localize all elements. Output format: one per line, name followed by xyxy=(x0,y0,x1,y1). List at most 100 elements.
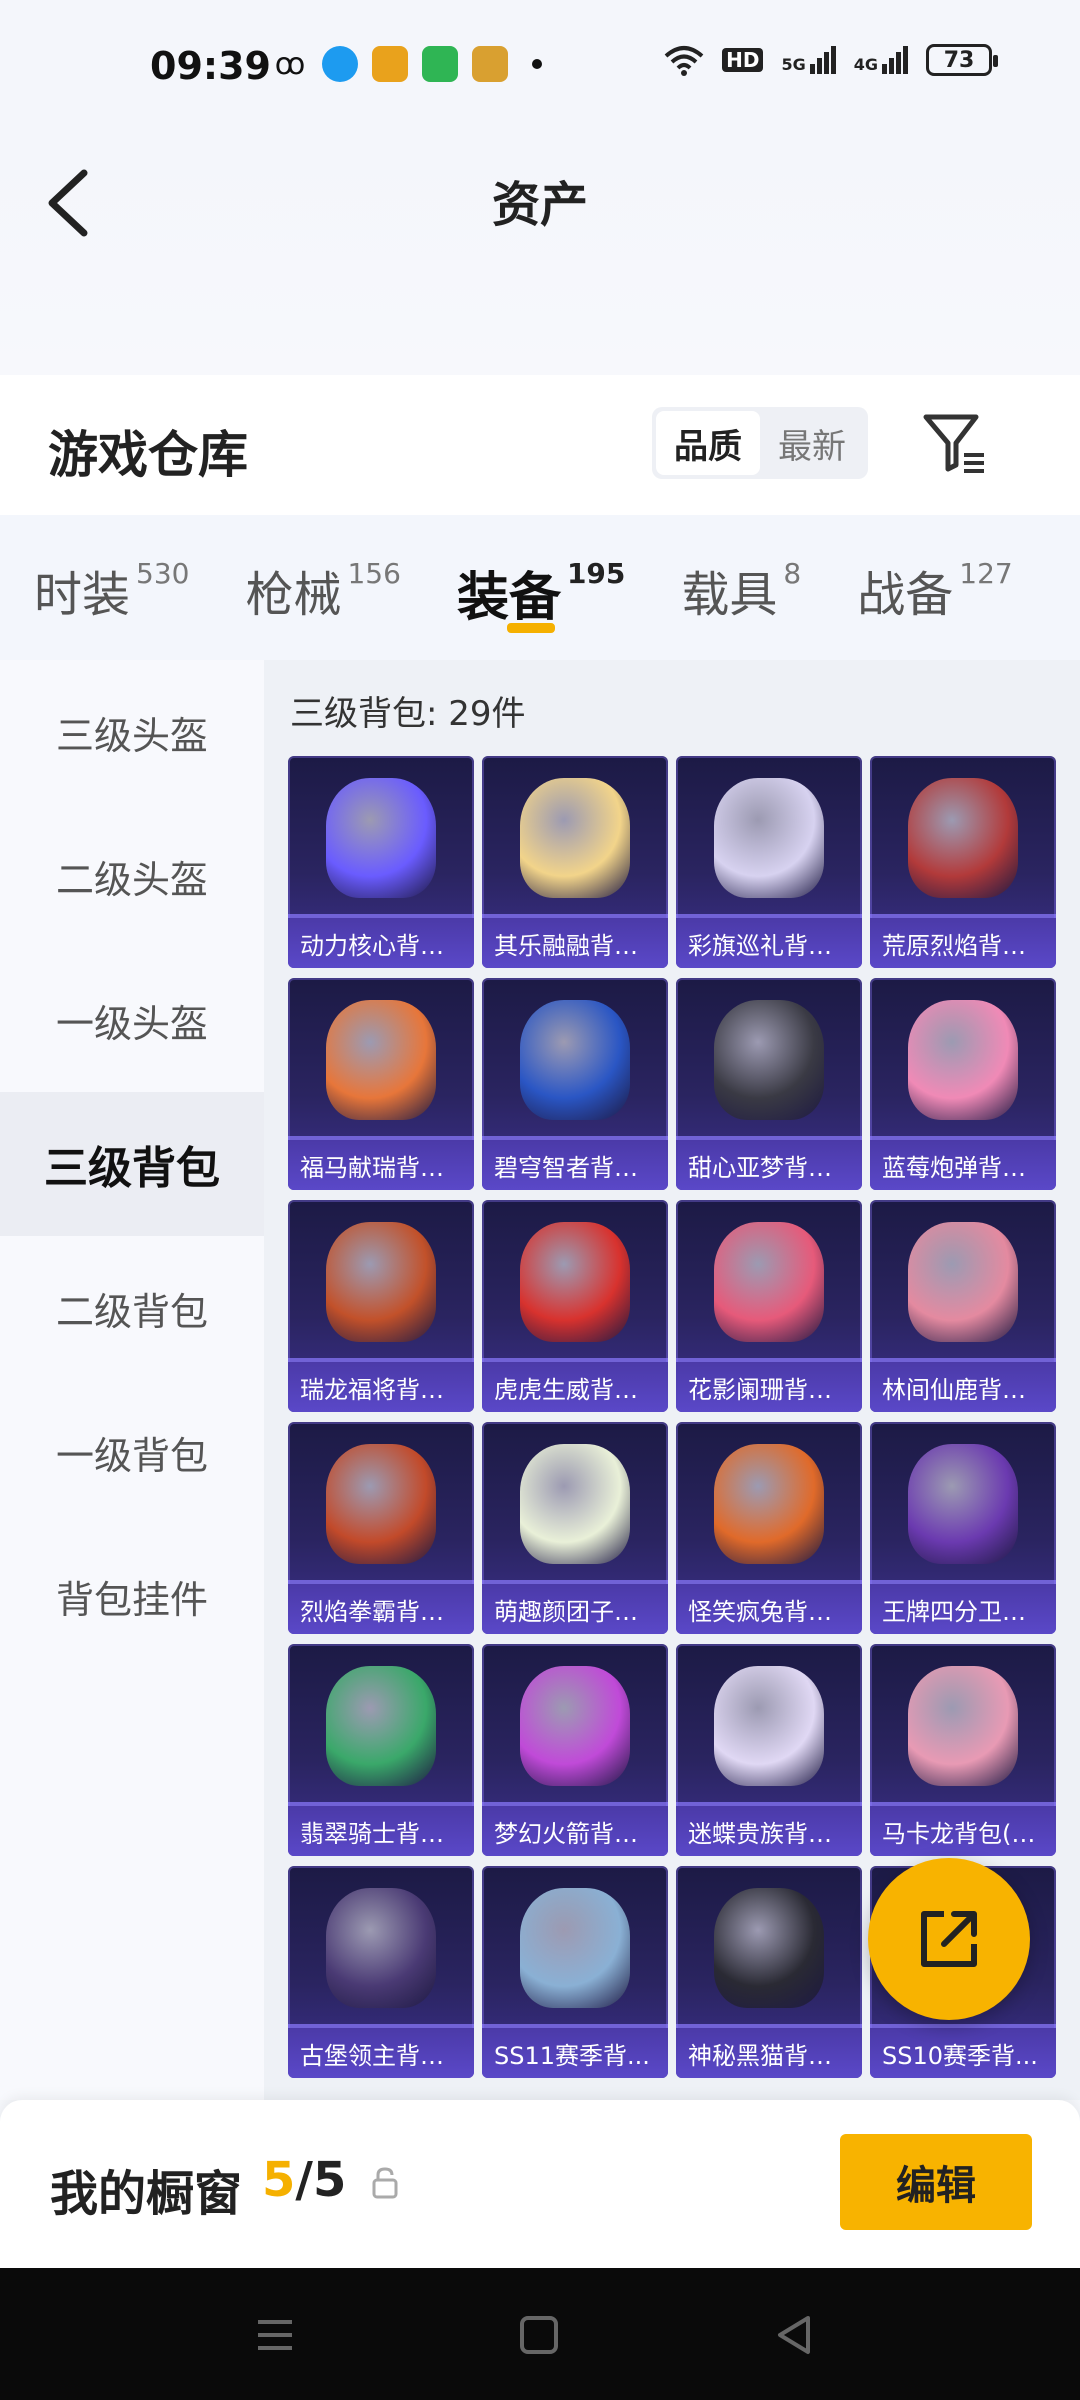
item-card[interactable]: 其乐融融背包... xyxy=(482,756,668,968)
penguin-app-icon xyxy=(322,46,358,82)
more-notifications-dot xyxy=(532,59,542,69)
backpack-image xyxy=(714,1666,824,1786)
item-card[interactable]: 荒原烈焰背包... xyxy=(870,756,1056,968)
backpack-image xyxy=(326,1888,436,2008)
home-icon[interactable] xyxy=(514,2310,564,2360)
sidebar-item-helmet-1[interactable]: 一级头盔 xyxy=(0,948,264,1092)
active-tab-indicator xyxy=(506,623,555,633)
share-button[interactable] xyxy=(868,1858,1030,2020)
notification-icons: ꝏ xyxy=(272,46,542,82)
item-name: 烈焰拳霸背包... xyxy=(288,1584,474,1634)
item-name: 翡翠骑士背包... xyxy=(288,1806,474,1856)
item-name: 萌趣颜团子背... xyxy=(482,1584,668,1634)
item-card[interactable]: 迷蝶贵族背包... xyxy=(676,1644,862,1856)
backpack-image xyxy=(520,1000,630,1120)
item-card[interactable]: 动力核心背包... xyxy=(288,756,474,968)
warehouse-title: 游戏仓库 xyxy=(48,426,248,484)
sidebar-item-backpack-3[interactable]: 三级背包 xyxy=(0,1092,264,1236)
tab-vehicles[interactable]: 载具 8 xyxy=(681,515,801,625)
item-card[interactable]: 马卡龙背包(3... xyxy=(870,1644,1056,1856)
backpack-image xyxy=(908,778,1018,898)
item-name: 动力核心背包... xyxy=(288,918,474,968)
backpack-image xyxy=(714,1888,824,2008)
item-card[interactable]: 王牌四分卫背... xyxy=(870,1422,1056,1634)
item-name: SS10赛季背... xyxy=(870,2028,1056,2078)
backpack-image xyxy=(908,1444,1018,1564)
item-card[interactable]: 怪笑疯兔背包... xyxy=(676,1422,862,1634)
item-name: 花影阑珊背包... xyxy=(676,1362,862,1412)
item-card[interactable]: 林间仙鹿背包... xyxy=(870,1200,1056,1412)
tab-supplies[interactable]: 战备 127 xyxy=(857,515,1012,625)
sort-toggle: 品质 最新 xyxy=(652,407,868,479)
item-name: 怪笑疯兔背包... xyxy=(676,1584,862,1634)
lock-icon xyxy=(372,2167,398,2199)
filter-icon[interactable] xyxy=(920,409,988,477)
sort-newest[interactable]: 最新 xyxy=(760,411,864,475)
item-name: 神秘黑猫背包... xyxy=(676,2028,862,2078)
item-card[interactable]: 福马献瑞背包... xyxy=(288,978,474,1190)
item-card[interactable]: 神秘黑猫背包... xyxy=(676,1866,862,2078)
item-card[interactable]: 花影阑珊背包... xyxy=(676,1200,862,1412)
share-icon xyxy=(921,1911,977,1967)
top-nav: 资产 xyxy=(0,135,1080,375)
sidebar-item-backpack-1[interactable]: 一级背包 xyxy=(0,1380,264,1524)
backpack-image xyxy=(520,1222,630,1342)
item-name: 王牌四分卫背... xyxy=(870,1584,1056,1634)
item-name: 荒原烈焰背包... xyxy=(870,918,1056,968)
backpack-image xyxy=(714,1222,824,1342)
hd-badge: HD xyxy=(722,48,764,72)
wifi-icon xyxy=(664,46,704,76)
edit-button[interactable]: 编辑 xyxy=(840,2134,1032,2230)
section-title: 三级背包: 29件 xyxy=(290,694,526,734)
item-name: 蓝莓炮弹背包... xyxy=(870,1140,1056,1190)
backpack-image xyxy=(714,1444,824,1564)
backpack-image xyxy=(520,1888,630,2008)
tab-guns[interactable]: 枪械 156 xyxy=(245,515,400,625)
sort-quality[interactable]: 品质 xyxy=(656,411,760,475)
item-card[interactable]: 碧穹智者背包... xyxy=(482,978,668,1190)
item-card[interactable]: SS11赛季背... xyxy=(482,1866,668,2078)
backpack-image xyxy=(326,1222,436,1342)
item-card[interactable]: 烈焰拳霸背包... xyxy=(288,1422,474,1634)
item-name: 瑞龙福将背包... xyxy=(288,1362,474,1412)
item-name: 碧穹智者背包... xyxy=(482,1140,668,1190)
status-time: 09:39 xyxy=(150,44,271,88)
item-name: 梦幻火箭背包... xyxy=(482,1806,668,1856)
menu-icon[interactable] xyxy=(250,2310,300,2360)
signal-4g: 4G xyxy=(854,46,908,74)
item-card[interactable]: 甜心亚梦背包... xyxy=(676,978,862,1190)
signal-5g: 5G xyxy=(781,46,836,74)
security-app-icon xyxy=(422,46,458,82)
item-card[interactable]: 虎虎生威背包... xyxy=(482,1200,668,1412)
sidebar-item-helmet-3[interactable]: 三级头盔 xyxy=(0,660,264,804)
item-name: 迷蝶贵族背包... xyxy=(676,1806,862,1856)
system-navigation-bar xyxy=(0,2268,1080,2400)
back-icon[interactable] xyxy=(770,2310,820,2360)
tab-equipment[interactable]: 装备 195 xyxy=(457,515,625,633)
sidebar-item-backpack-charm[interactable]: 背包挂件 xyxy=(0,1524,264,1668)
backpack-image xyxy=(908,1222,1018,1342)
item-name: 彩旗巡礼背包... xyxy=(676,918,862,968)
page-title: 资产 xyxy=(491,177,588,233)
warehouse-header: 游戏仓库 品质 最新 xyxy=(0,375,1080,515)
showcase-count: 5/5 xyxy=(262,2152,347,2208)
item-card[interactable]: 蓝莓炮弹背包... xyxy=(870,978,1056,1190)
item-card[interactable]: 彩旗巡礼背包... xyxy=(676,756,862,968)
item-card[interactable]: 翡翠骑士背包... xyxy=(288,1644,474,1856)
status-bar: 09:39 ꝏ HD 5G 4G 73 xyxy=(0,0,1080,135)
sidebar-item-backpack-2[interactable]: 二级背包 xyxy=(0,1236,264,1380)
chat-bubble-icon: ꝏ xyxy=(274,46,306,82)
item-name: 甜心亚梦背包... xyxy=(676,1140,862,1190)
backpack-image xyxy=(326,1444,436,1564)
sidebar-item-helmet-2[interactable]: 二级头盔 xyxy=(0,804,264,948)
item-card[interactable]: 古堡领主背包... xyxy=(288,1866,474,2078)
item-name: 马卡龙背包(3... xyxy=(870,1806,1056,1856)
backpack-image xyxy=(326,1666,436,1786)
item-card[interactable]: 萌趣颜团子背... xyxy=(482,1422,668,1634)
tab-fashion[interactable]: 时装 530 xyxy=(34,515,189,625)
item-card[interactable]: 瑞龙福将背包... xyxy=(288,1200,474,1412)
game-center-icon xyxy=(472,46,508,82)
backpack-image xyxy=(520,1444,630,1564)
backpack-image xyxy=(714,778,824,898)
item-card[interactable]: 梦幻火箭背包... xyxy=(482,1644,668,1856)
